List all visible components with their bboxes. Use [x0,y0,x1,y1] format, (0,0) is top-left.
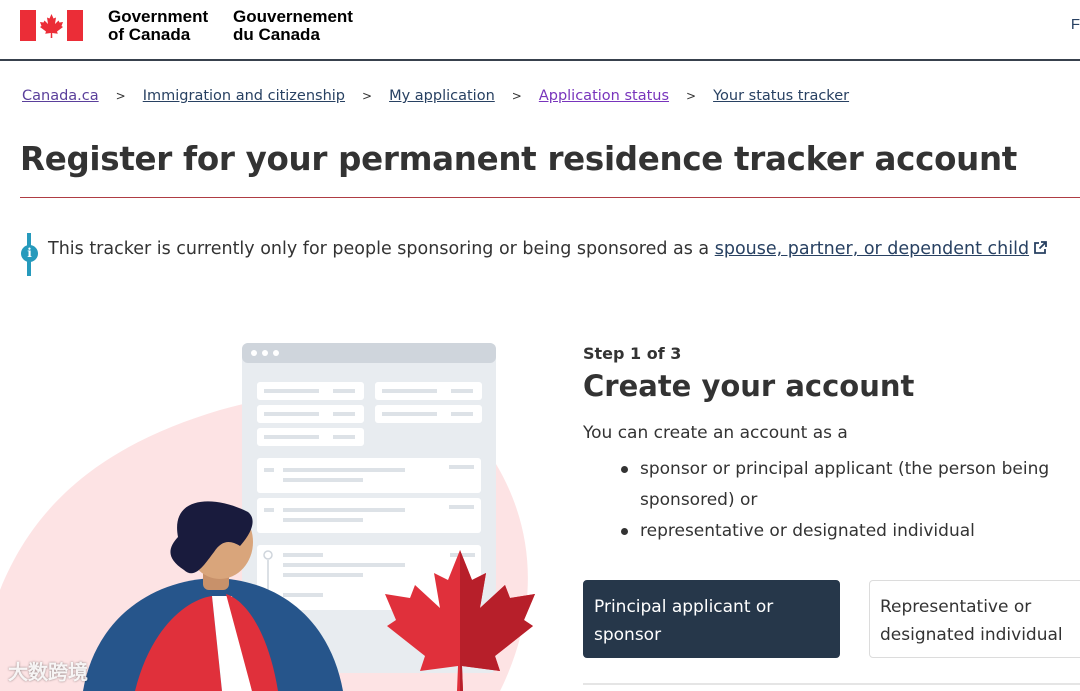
notice-message: This tracker is currently only for peopl… [48,239,715,259]
breadcrumb-link-application-status[interactable]: Application status [539,88,669,104]
signature-en-line1: Government [108,7,209,26]
breadcrumb-link-canada[interactable]: Canada.ca [22,88,99,104]
breadcrumb-link-status-tracker[interactable]: Your status tracker [713,88,849,104]
breadcrumb-separator: > [115,89,126,103]
canada-flag-icon[interactable] [20,10,83,41]
representative-button[interactable]: Representative or designated individual [869,580,1080,658]
account-type-list: sponsor or principal applicant (the pers… [621,454,1080,547]
list-item: representative or designated individual [621,516,1080,547]
notice-text: This tracker is currently only for peopl… [48,239,1047,259]
watermark-logo: 大数跨境 [8,660,88,684]
breadcrumb-link-immigration[interactable]: Immigration and citizenship [143,88,345,104]
site-header: Government of Canada Gouvernement du Can… [0,0,1080,61]
breadcrumb-separator: > [686,89,697,103]
signature-english[interactable]: Government of Canada [108,8,208,44]
breadcrumb-separator: > [511,89,522,103]
principal-applicant-button[interactable]: Principal applicant or sponsor [583,580,840,658]
signature-fr-line1: Gouvernement [233,7,353,26]
signature-french[interactable]: Gouvernement du Canada [233,8,353,44]
notice-link-spouse-partner-child[interactable]: spouse, partner, or dependent child [715,239,1029,259]
breadcrumb-link-my-application[interactable]: My application [389,88,495,104]
signature-en-line2: of Canada [108,25,191,44]
tracker-illustration [0,343,535,691]
section-title: Create your account [583,369,915,403]
external-link-icon [1034,241,1047,254]
info-icon: i [21,245,38,262]
step-indicator: Step 1 of 3 [583,344,682,363]
breadcrumb-separator: > [362,89,373,103]
signature-fr-line2: du Canada [233,25,320,44]
section-divider [583,683,1080,685]
breadcrumb: Canada.ca > Immigration and citizenship … [22,88,849,104]
intro-text: You can create an account as a [583,423,848,443]
language-toggle-link[interactable]: F [1071,16,1080,33]
notice-link-label: spouse, partner, or dependent child [714,239,1030,259]
page-title: Register for your permanent residence tr… [20,140,1018,178]
title-divider [20,197,1080,198]
list-item: sponsor or principal applicant (the pers… [621,454,1080,516]
